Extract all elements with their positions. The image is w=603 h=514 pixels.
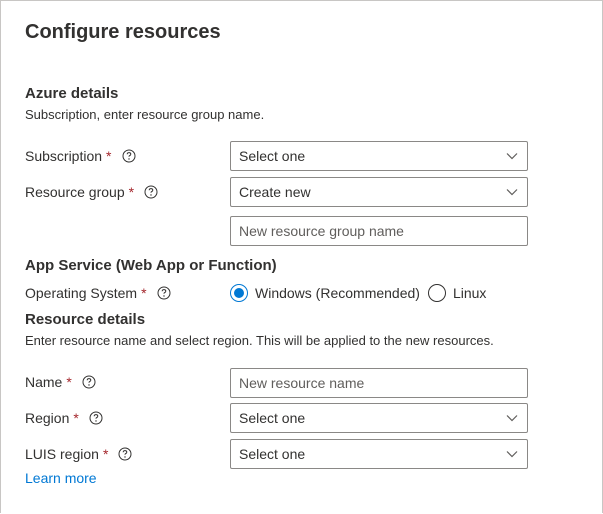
subscription-label: Subscription — [25, 148, 103, 164]
required-marker: * — [102, 446, 109, 462]
info-icon[interactable] — [122, 149, 136, 163]
subscription-dropdown[interactable]: Select one — [230, 141, 528, 171]
configure-resources-panel: Configure resources Azure details Subscr… — [0, 0, 603, 513]
luis-region-dropdown[interactable]: Select one — [230, 439, 528, 469]
required-marker: * — [66, 374, 72, 390]
subscription-label-row: Subscription * — [25, 148, 136, 164]
region-label: Region — [25, 410, 70, 426]
app-service-heading: App Service (Web App or Function) — [25, 257, 277, 274]
info-icon[interactable] — [82, 375, 96, 389]
chevron-down-icon — [497, 440, 527, 468]
required-marker: * — [73, 410, 79, 426]
info-icon[interactable] — [144, 185, 158, 199]
chevron-down-icon — [497, 178, 527, 206]
os-option-windows[interactable]: Windows (Recommended) — [230, 284, 420, 302]
luis-region-label: LUIS region — [25, 446, 99, 462]
region-dropdown-value: Select one — [239, 410, 306, 426]
subscription-dropdown-value: Select one — [239, 148, 306, 164]
resource-group-dropdown-value: Create new — [239, 184, 311, 200]
chevron-down-icon — [497, 404, 527, 432]
resource-group-label: Resource group — [25, 184, 125, 200]
panel-title: Configure resources — [25, 21, 221, 43]
info-icon[interactable] — [118, 447, 132, 461]
resource-details-description: Enter resource name and select region. T… — [25, 333, 494, 348]
region-dropdown[interactable]: Select one — [230, 403, 528, 433]
radio-selected-icon[interactable] — [230, 284, 248, 302]
new-resource-group-name-input[interactable]: New resource group name — [230, 216, 528, 246]
luis-region-label-row: LUIS region * — [25, 446, 132, 462]
operating-system-label: Operating System — [25, 285, 138, 301]
radio-unselected-icon[interactable] — [427, 284, 446, 302]
azure-details-description: Subscription, enter resource group name. — [25, 107, 265, 122]
azure-details-heading: Azure details — [25, 85, 119, 102]
os-option-linux-label: Linux — [452, 285, 487, 301]
operating-system-label-row: Operating System * — [25, 285, 171, 301]
operating-system-radio-group: Windows (Recommended) Linux — [230, 284, 494, 302]
required-marker: * — [141, 285, 147, 301]
os-option-linux[interactable]: Linux — [427, 284, 487, 302]
resource-group-dropdown[interactable]: Create new — [230, 177, 528, 207]
luis-region-dropdown-value: Select one — [239, 446, 306, 462]
info-icon[interactable] — [89, 411, 103, 425]
new-resource-group-name-placeholder: New resource group name — [239, 223, 404, 239]
name-label: Name — [25, 374, 63, 390]
resource-name-placeholder: New resource name — [239, 375, 365, 391]
info-icon[interactable] — [157, 286, 171, 300]
learn-more-link[interactable]: Learn more — [25, 470, 97, 486]
required-marker: * — [128, 184, 135, 200]
required-marker: * — [106, 148, 112, 164]
os-option-windows-label: Windows (Recommended) — [255, 285, 420, 301]
resource-group-label-row: Resource group * — [25, 184, 158, 200]
name-label-row: Name * — [25, 374, 96, 390]
resource-name-input[interactable]: New resource name — [230, 368, 528, 398]
region-label-row: Region * — [25, 410, 103, 426]
chevron-down-icon — [497, 142, 527, 170]
resource-details-heading: Resource details — [25, 311, 146, 328]
